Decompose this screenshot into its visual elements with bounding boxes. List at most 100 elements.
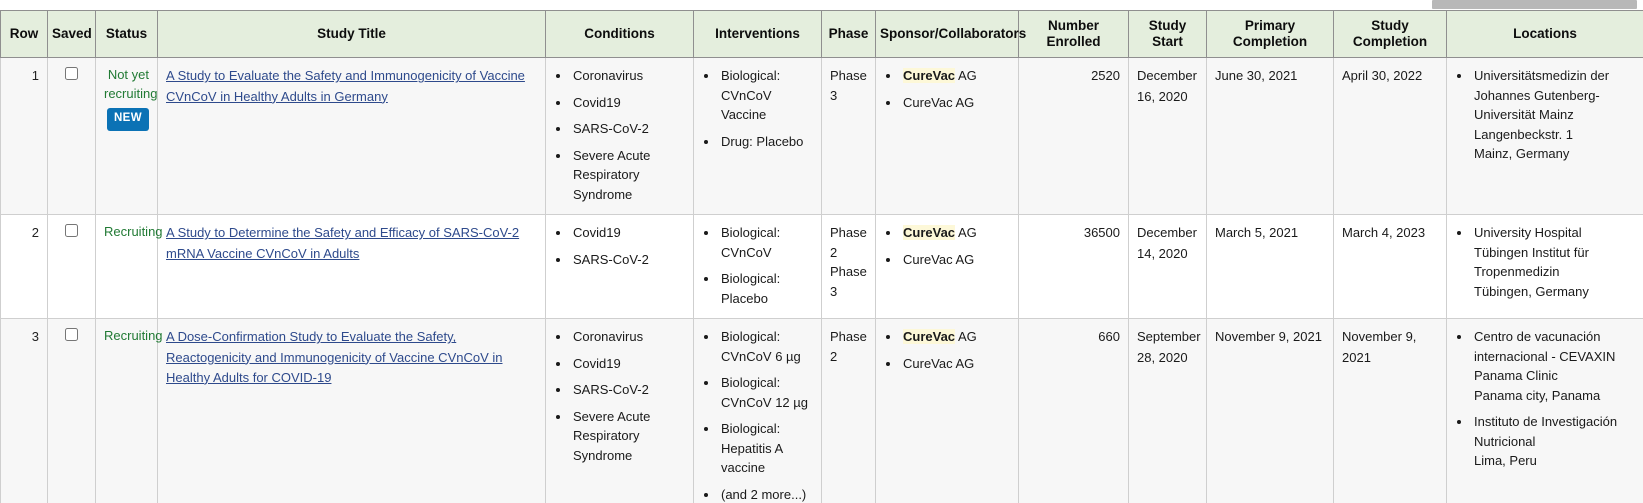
show-more-interventions-link[interactable]: (and 2 more...)	[721, 487, 806, 502]
column-header-number-enrolled[interactable]: Number Enrolled	[1018, 9, 1129, 59]
location-item: Instituto de Investigación Nutricional Li…	[1472, 412, 1635, 471]
locations-list: Centro de vacunación internacional - CEV…	[1455, 327, 1635, 471]
primary-completion-value: June 30, 2021	[1206, 57, 1334, 216]
status-cell: Recruiting	[95, 214, 163, 320]
column-header-sponsor-collaborators[interactable]: Sponsor/Collaborators	[875, 9, 1026, 59]
study-title-link[interactable]: A Dose-Confirmation Study to Evaluate th…	[166, 329, 503, 384]
locations-cell: Universitätsmedizin der Johannes Gutenbe…	[1446, 57, 1643, 216]
condition-list: Covid19 SARS-CoV-2	[554, 223, 685, 269]
condition-item: SARS-CoV-2	[571, 250, 685, 270]
saved-cell	[47, 214, 96, 320]
phase-value: Phase 2	[830, 225, 867, 260]
column-header-status[interactable]: Status	[95, 9, 158, 59]
study-start-value: December 14, 2020	[1128, 214, 1207, 320]
interventions-cell: Biological: CVnCoV Vaccine Drug: Placebo	[693, 57, 822, 216]
condition-item: Covid19	[571, 223, 685, 243]
saved-cell	[47, 57, 96, 216]
search-term-highlight: CureVac	[903, 329, 956, 345]
location-line: University Hospital Tübingen Institut fü…	[1474, 225, 1589, 280]
status-text: Recruiting	[104, 224, 163, 240]
study-start-value: December 16, 2020	[1128, 57, 1207, 216]
column-header-row[interactable]: Row	[0, 9, 48, 59]
column-header-study-title[interactable]: Study Title	[157, 9, 546, 59]
phase-value: Phase 3	[830, 68, 867, 103]
location-line: Universitätsmedizin der Johannes Gutenbe…	[1474, 68, 1610, 142]
conditions-cell: Covid19 SARS-CoV-2	[545, 214, 694, 320]
search-term-highlight: CureVac	[903, 68, 956, 84]
condition-item: Coronavirus	[571, 327, 685, 347]
location-line: Centro de vacunación internacional - CEV…	[1474, 329, 1616, 384]
sponsor-collaborators-cell: CureVac AG CureVac AG	[875, 318, 1019, 503]
clinical-trials-results-table: Row Saved Status Study Title Conditions …	[0, 9, 1643, 503]
status-badge: NEW	[106, 108, 149, 131]
location-item: Centro de vacunación internacional - CEV…	[1472, 327, 1635, 405]
save-study-checkbox[interactable]	[65, 224, 78, 238]
column-header-phase[interactable]: Phase	[821, 9, 876, 59]
intervention-item: (and 2 more...)	[719, 485, 813, 503]
table-body: 1 Not yet recruiting NEW A Study to Evaluat…	[0, 57, 1643, 503]
study-title-cell: A Study to Determine the Safety and Effi…	[157, 214, 546, 320]
save-study-checkbox[interactable]	[65, 67, 78, 81]
sponsor-item: CureVac AG	[901, 223, 1010, 243]
study-completion-value: November 9, 2021	[1333, 318, 1447, 503]
column-header-primary-completion[interactable]: Primary Completion	[1206, 9, 1334, 59]
locations-cell: University Hospital Tübingen Institut fü…	[1446, 214, 1643, 320]
save-study-checkbox[interactable]	[65, 328, 78, 342]
location-line: Mainz, Germany	[1474, 146, 1570, 162]
condition-item: Severe Acute Respiratory Syndrome	[571, 146, 685, 205]
condition-item: SARS-CoV-2	[571, 380, 685, 400]
column-header-interventions[interactable]: Interventions	[693, 9, 822, 59]
row-number: 3	[0, 318, 48, 503]
status-text: Recruiting	[104, 328, 163, 344]
column-header-conditions[interactable]: Conditions	[545, 9, 694, 59]
condition-item: SARS-CoV-2	[571, 119, 685, 139]
column-header-study-completion[interactable]: Study Completion	[1333, 9, 1447, 59]
sponsor-item: CureVac AG	[901, 327, 1010, 347]
table-row: 2 Recruiting A Study to Determine the Safe…	[0, 214, 1643, 320]
conditions-cell: Coronavirus Covid19 SARS-CoV-2 Severe Acute…	[545, 318, 694, 503]
column-header-study-start[interactable]: Study Start	[1128, 9, 1207, 59]
phase-value: Phase 2	[830, 329, 867, 364]
study-title-link[interactable]: A Study to Determine the Safety and Effi…	[166, 225, 519, 260]
sponsor-collaborators-cell: CureVac AG CureVac AG	[875, 57, 1019, 216]
condition-item: Covid19	[571, 93, 685, 113]
saved-cell	[47, 318, 96, 503]
study-title-link[interactable]: A Study to Evaluate the Safety and Immun…	[166, 68, 525, 103]
study-start-value: September 28, 2020	[1128, 318, 1207, 503]
horizontal-scrollbar[interactable]	[1432, 0, 1637, 9]
search-term-highlight: CureVac	[903, 225, 956, 241]
conditions-cell: Coronavirus Covid19 SARS-CoV-2 Severe Acute…	[545, 57, 694, 216]
sponsor-list: CureVac AG CureVac AG	[884, 223, 1010, 269]
study-title-cell: A Study to Evaluate the Safety and Immun…	[157, 57, 546, 216]
sponsor-list: CureVac AG CureVac AG	[884, 327, 1010, 373]
sponsor-item: CureVac AG	[901, 250, 1010, 270]
location-line: Instituto de Investigación Nutricional	[1474, 414, 1618, 449]
phase-value: Phase 3	[830, 264, 867, 299]
phase-cell: Phase 2 Phase 3	[821, 214, 876, 320]
intervention-item: Biological: CVnCoV 6 µg	[719, 327, 813, 366]
intervention-item: Biological: CVnCoV 12 µg	[719, 373, 813, 412]
table-header-row: Row Saved Status Study Title Conditions …	[0, 9, 1643, 59]
intervention-item: Biological: Placebo	[719, 269, 813, 308]
location-line: Lima, Peru	[1474, 453, 1537, 469]
condition-list: Coronavirus Covid19 SARS-CoV-2 Severe Acute…	[554, 66, 685, 204]
intervention-list: Biological: CVnCoV 6 µg Biological: CVnCo…	[702, 327, 813, 503]
phase-cell: Phase 3	[821, 57, 876, 216]
search-results-page: Row Saved Status Study Title Conditions …	[0, 0, 1643, 503]
table-row: 3 Recruiting A Dose-Confirmation Study to …	[0, 318, 1643, 503]
location-line: Panama city, Panama	[1474, 387, 1601, 403]
table-row: 1 Not yet recruiting NEW A Study to Evaluat…	[0, 57, 1643, 216]
column-header-locations[interactable]: Locations	[1446, 9, 1643, 59]
primary-completion-value: March 5, 2021	[1206, 214, 1334, 320]
intervention-item: Biological: Hepatitis A vaccine	[719, 419, 813, 478]
row-number: 1	[0, 57, 48, 216]
status-cell: Not yet recruiting NEW	[95, 57, 158, 216]
sponsor-item: CureVac AG	[901, 354, 1010, 374]
number-enrolled-value: 660	[1018, 318, 1129, 503]
column-header-saved[interactable]: Saved	[47, 9, 96, 59]
primary-completion-value: November 9, 2021	[1206, 318, 1334, 503]
number-enrolled-value: 36500	[1018, 214, 1129, 320]
sponsor-collaborators-cell: CureVac AG CureVac AG	[875, 214, 1019, 320]
location-item: University Hospital Tübingen Institut fü…	[1472, 223, 1635, 301]
row-number: 2	[0, 214, 48, 320]
